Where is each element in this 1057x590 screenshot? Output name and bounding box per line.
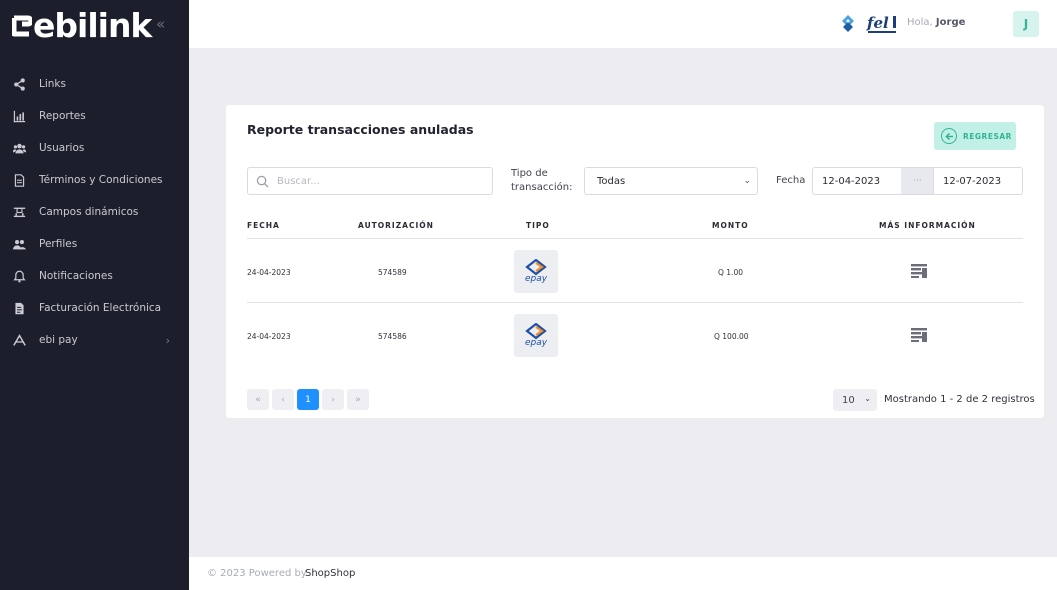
- sidebar-item-notificaciones[interactable]: Notificaciones: [0, 260, 189, 292]
- search-input[interactable]: [277, 175, 477, 187]
- tipo-text: epay: [524, 274, 548, 284]
- chevron-down-icon: ⌄: [743, 176, 751, 186]
- report-card: Reporte transacciones anuladas REGRESAR …: [226, 105, 1044, 418]
- table-header: FECHA AUTORIZACIÓN TIPO MONTO MÁS INFORM…: [247, 219, 1023, 239]
- ebipay-icon: [12, 333, 26, 347]
- greeting-text: Hola,: [907, 17, 933, 28]
- chevron-down-icon: ⌄: [864, 394, 871, 403]
- chevron-right-icon: ›: [165, 333, 170, 347]
- sidebar-item-label: Términos y Condiciones: [39, 174, 163, 186]
- table-row: 24-04-2023 574589 epay Q 1.00: [247, 240, 1023, 303]
- epay-logo: epay: [514, 314, 558, 357]
- fields-icon: [12, 205, 26, 219]
- share-icon: [12, 77, 26, 91]
- sidebar-nav: Links Reportes Usuarios Términos y Condi…: [0, 68, 189, 356]
- sidebar-item-label: Usuarios: [39, 142, 85, 154]
- epay-logo: epay: [514, 250, 558, 293]
- sidebar-item-ebipay[interactable]: ebi pay ›: [0, 324, 189, 356]
- cell-fecha: 24-04-2023: [247, 268, 291, 277]
- back-button[interactable]: REGRESAR: [934, 122, 1016, 150]
- bell-icon: [12, 269, 26, 283]
- cell-fecha: 24-04-2023: [247, 332, 291, 341]
- more-info-icon[interactable]: [911, 264, 927, 278]
- diamond-dots-icon[interactable]: [840, 14, 856, 34]
- sidebar-item-links[interactable]: Links: [0, 68, 189, 100]
- cell-autorizacion: 574586: [378, 332, 407, 341]
- footer: © 2023 Powered by ShopShop: [189, 557, 1057, 590]
- cell-autorizacion: 574589: [378, 268, 407, 277]
- column-header-autorizacion[interactable]: AUTORIZACIÓN: [358, 221, 434, 230]
- sidebar-item-terminos[interactable]: Términos y Condiciones: [0, 164, 189, 196]
- tipo-text: epay: [524, 338, 548, 348]
- sidebar-item-label: Perfiles: [39, 238, 78, 250]
- date-to-input[interactable]: 12-07-2023: [933, 167, 1023, 195]
- users-icon: [12, 141, 26, 155]
- collapse-sidebar-icon[interactable]: «: [156, 15, 165, 33]
- column-header-fecha[interactable]: FECHA: [247, 221, 280, 230]
- sidebar-item-reportes[interactable]: Reportes: [0, 100, 189, 132]
- next-page-button[interactable]: ›: [322, 389, 344, 410]
- per-page-value: 10: [842, 394, 855, 406]
- arrow-left-icon: [941, 128, 957, 144]
- svg-text:fel: fel: [866, 14, 889, 32]
- records-count: Mostrando 1 - 2 de 2 registros: [884, 394, 1035, 405]
- sidebar: ebilink « Links Reportes Usuarios Términ…: [0, 0, 189, 590]
- column-header-monto[interactable]: MONTO: [712, 221, 749, 230]
- profiles-icon: [12, 237, 26, 251]
- column-header-tipo[interactable]: TIPO: [526, 221, 550, 230]
- transaction-type-select[interactable]: Todas ⌄: [584, 167, 758, 195]
- sidebar-item-label: Campos dinámicos: [39, 206, 139, 218]
- copyright-text: © 2023 Powered by: [207, 568, 307, 579]
- search-icon: [256, 175, 269, 187]
- page-title: Reporte transacciones anuladas: [247, 122, 474, 137]
- sidebar-item-label: Links: [39, 78, 66, 90]
- ebilink-logo[interactable]: ebilink: [12, 5, 152, 45]
- prev-page-button[interactable]: ‹: [272, 389, 294, 410]
- sidebar-item-perfiles[interactable]: Perfiles: [0, 228, 189, 260]
- user-greeting: Hola, Jorge: [907, 17, 965, 28]
- date-range-separator: ···: [901, 167, 934, 195]
- top-header: fel Hola, Jorge J: [189, 0, 1057, 48]
- shopshop-link[interactable]: ShopShop: [305, 568, 355, 579]
- table-row: 24-04-2023 574586 epay Q 100.00: [247, 304, 1023, 367]
- column-header-mas-informacion: MÁS INFORMACIÓN: [879, 221, 976, 230]
- more-info-icon[interactable]: [911, 328, 927, 342]
- sidebar-item-usuarios[interactable]: Usuarios: [0, 132, 189, 164]
- page-1-button[interactable]: 1: [297, 389, 319, 410]
- sidebar-item-campos[interactable]: Campos dinámicos: [0, 196, 189, 228]
- date-label: Fecha: [776, 175, 806, 186]
- bar-chart-icon: [12, 109, 26, 123]
- search-box: [247, 167, 493, 195]
- back-button-label: REGRESAR: [963, 131, 1012, 141]
- sidebar-item-label: Notificaciones: [39, 270, 113, 282]
- ebilink-mark-icon: [12, 15, 32, 37]
- user-name: Jorge: [935, 17, 966, 28]
- fel-logo: fel: [866, 14, 896, 33]
- sidebar-item-facturacion[interactable]: Facturación Electrónica: [0, 292, 189, 324]
- avatar[interactable]: J: [1013, 11, 1039, 37]
- invoice-icon: [12, 301, 26, 315]
- date-from-input[interactable]: 12-04-2023: [812, 167, 902, 195]
- cell-monto: Q 100.00: [714, 332, 749, 341]
- per-page-select[interactable]: 10 ⌄: [833, 389, 877, 411]
- document-icon: [12, 173, 26, 187]
- sidebar-item-label: Facturación Electrónica: [39, 302, 162, 314]
- sidebar-item-label: Reportes: [39, 110, 86, 122]
- last-page-button[interactable]: »: [347, 389, 369, 410]
- cell-monto: Q 1.00: [718, 268, 743, 277]
- sidebar-item-label: ebi pay: [39, 334, 78, 346]
- pagination: « ‹ 1 › »: [247, 389, 372, 410]
- transaction-type-value: Todas: [597, 175, 626, 187]
- first-page-button[interactable]: «: [247, 389, 269, 410]
- transaction-type-label: Tipo de transacción:: [511, 168, 573, 193]
- brand-name: ebilink: [33, 5, 152, 45]
